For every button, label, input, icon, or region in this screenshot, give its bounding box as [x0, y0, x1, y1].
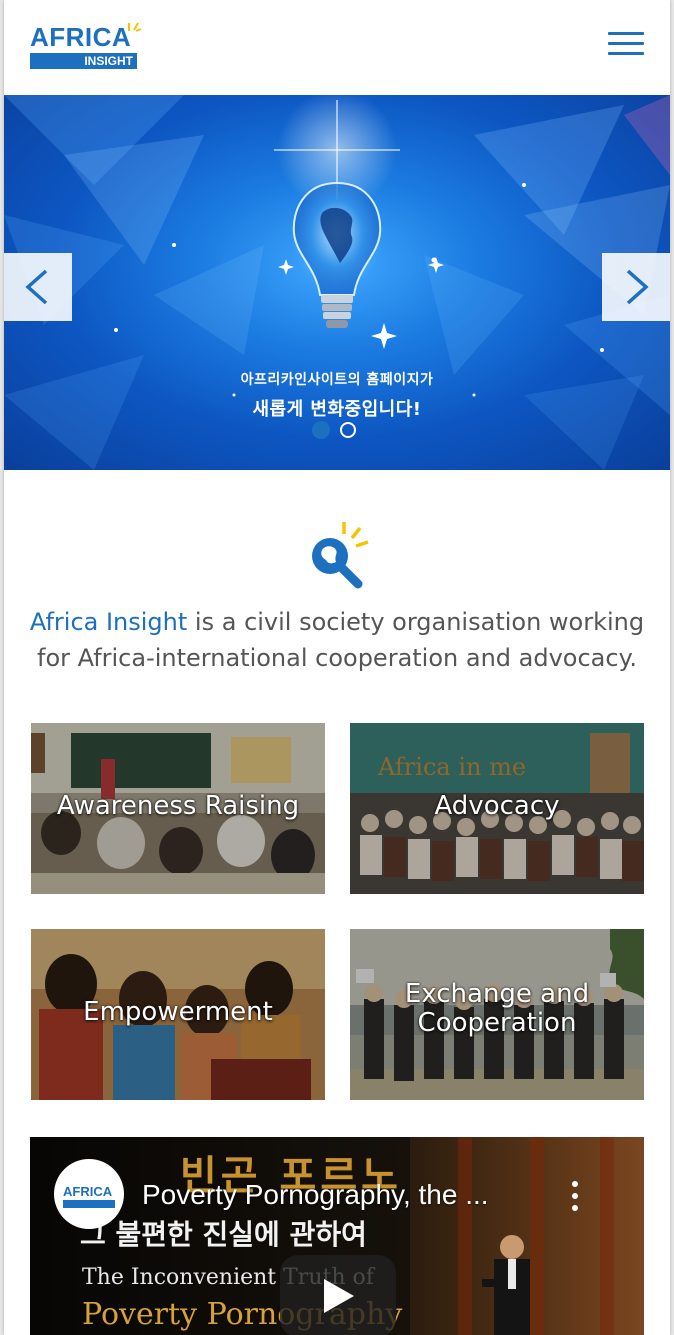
- logo-subtitle: INSIGHT: [84, 54, 133, 68]
- slide-caption-line2: 새롭게 변화중입니다!: [252, 399, 422, 420]
- tile-exchange-cooperation[interactable]: Exchange and Cooperation: [350, 929, 644, 1100]
- slider-prev-button[interactable]: [4, 253, 72, 321]
- intro-brand-name[interactable]: Africa Insight: [30, 608, 187, 636]
- video-title[interactable]: Poverty Pornography, the ...: [142, 1179, 489, 1211]
- channel-avatar[interactable]: AFRICA: [54, 1159, 124, 1229]
- page-frame: AFRICA INSIGHT 아프리카인사이트의 홈페이지가 새롭게 변화중입니…: [4, 0, 670, 1335]
- site-logo[interactable]: AFRICA INSIGHT: [30, 22, 142, 70]
- channel-logo-text: AFRICA: [63, 1184, 113, 1199]
- chevron-right-icon: [626, 269, 649, 305]
- hero-slider[interactable]: 아프리카인사이트의 홈페이지가 새롭게 변화중입니다!: [4, 95, 670, 470]
- tile-empowerment[interactable]: Empowerment: [31, 929, 325, 1100]
- tile-label-line1: Exchange and: [404, 979, 590, 1009]
- video-embed[interactable]: 빈곤 포르노 그 불편한 진실에 관하여 The Inconvenient Tr…: [30, 1137, 644, 1335]
- more-vertical-icon[interactable]: [570, 1179, 580, 1213]
- logo-wordmark: AFRICA: [30, 22, 132, 52]
- logo-bar: INSIGHT: [30, 53, 137, 69]
- tile-label: Awareness Raising: [56, 791, 300, 821]
- slider-dot-1-active[interactable]: [312, 421, 330, 439]
- tile-advocacy[interactable]: Africa in me Advocacy: [350, 723, 644, 894]
- thumbnail-korean-subtitle: 그 불편한 진실에 관하여: [80, 1218, 367, 1251]
- lightbulb-africa-icon: [312, 522, 369, 589]
- logo-spark-icon: [128, 22, 142, 32]
- slide-caption-line1: 아프리카인사이트의 홈페이지가: [240, 372, 434, 388]
- play-icon: [324, 1279, 354, 1313]
- slider-dot-2[interactable]: [340, 422, 356, 438]
- chevron-left-icon: [25, 269, 48, 305]
- tile-label: Empowerment: [83, 997, 273, 1027]
- hamburger-icon[interactable]: [608, 30, 644, 58]
- tile-label-line2: Cooperation: [417, 1008, 577, 1038]
- video-play-button[interactable]: [280, 1255, 396, 1335]
- tile-awareness-raising[interactable]: Awareness Raising: [31, 723, 325, 894]
- slider-pagination: [312, 421, 362, 441]
- site-header: AFRICA INSIGHT: [4, 0, 670, 95]
- tile-label: Advocacy: [434, 791, 560, 821]
- speaker-figure: [482, 1235, 530, 1335]
- intro-statement: Africa Insight is a civil society organi…: [24, 604, 650, 676]
- slider-next-button[interactable]: [602, 253, 670, 321]
